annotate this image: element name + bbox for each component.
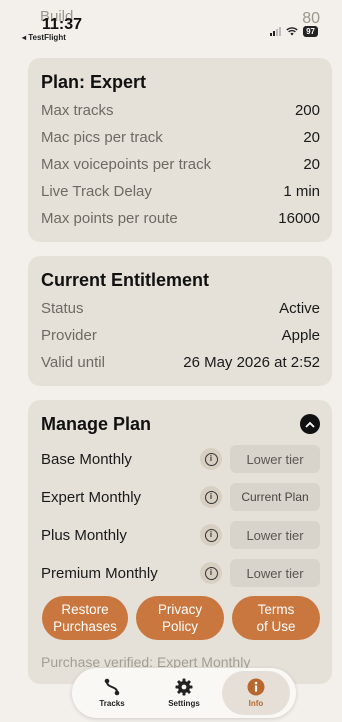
plan-info-button[interactable]: i xyxy=(200,486,222,508)
plan-row: Live Track Delay 1 min xyxy=(41,183,320,200)
row-value: 20 xyxy=(303,156,320,173)
button-label-line: of Use xyxy=(256,619,296,634)
plan-option-name: Premium Monthly xyxy=(41,564,158,582)
tab-bar: Tracks Settings Info xyxy=(72,668,296,718)
plan-option-name: Expert Monthly xyxy=(41,488,142,506)
info-icon: i xyxy=(204,528,218,542)
info-icon: i xyxy=(204,566,218,580)
current-plan-button[interactable]: Current Plan xyxy=(230,483,320,511)
terms-of-use-button[interactable]: Terms of Use xyxy=(232,596,320,640)
tab-info[interactable]: Info xyxy=(222,671,290,715)
battery-icon: 97 xyxy=(303,26,318,37)
row-label: Live Track Delay xyxy=(41,183,152,200)
plan-card: Plan: Expert Max tracks 200 Mac pics per… xyxy=(28,58,332,242)
entitlement-card: Current Entitlement Status Active Provid… xyxy=(28,256,332,386)
tab-label: Tracks xyxy=(99,699,125,708)
back-to-testflight-link[interactable]: ◂ TestFlight xyxy=(22,33,66,42)
button-label-line: Restore xyxy=(61,602,109,617)
plan-info-button[interactable]: i xyxy=(200,562,222,584)
tab-settings[interactable]: Settings xyxy=(150,671,218,715)
plan-row: Mac pics per track 20 xyxy=(41,129,320,146)
lower-tier-button[interactable]: Lower tier xyxy=(230,445,320,473)
info-icon: i xyxy=(204,490,218,504)
plan-option-expert: Expert Monthly i Current Plan xyxy=(41,483,320,511)
row-value: 16000 xyxy=(278,210,320,227)
manage-plan-title: Manage Plan xyxy=(41,414,152,434)
tab-tracks[interactable]: Tracks xyxy=(78,671,146,715)
row-value: Active xyxy=(279,300,320,317)
manage-plan-card: Manage Plan Base Monthly i Lower tier Ex… xyxy=(28,400,332,684)
info-icon xyxy=(247,678,265,696)
plan-option-name: Base Monthly xyxy=(41,450,132,468)
entitlement-row: Valid until 26 May 2026 at 2:52 xyxy=(41,354,320,371)
collapse-chevron-icon[interactable] xyxy=(300,414,320,434)
tab-label: Info xyxy=(248,699,264,708)
plan-row: Max voicepoints per track 20 xyxy=(41,156,320,173)
row-label: Mac pics per track xyxy=(41,129,163,146)
plan-option-plus: Plus Monthly i Lower tier xyxy=(41,521,320,549)
lower-tier-button[interactable]: Lower tier xyxy=(230,559,320,587)
button-label-line: Privacy xyxy=(157,602,203,617)
button-label-line: Purchases xyxy=(53,619,117,634)
plan-option-name: Plus Monthly xyxy=(41,526,127,544)
row-label: Status xyxy=(41,300,84,317)
row-label: Max tracks xyxy=(41,102,114,119)
row-label: Provider xyxy=(41,327,97,344)
restore-purchases-button[interactable]: Restore Purchases xyxy=(42,596,128,640)
privacy-policy-button[interactable]: Privacy Policy xyxy=(136,596,224,640)
row-value: 1 min xyxy=(283,183,320,200)
tab-label: Settings xyxy=(168,699,200,708)
row-label: Max voicepoints per track xyxy=(41,156,212,173)
info-icon: i xyxy=(204,452,218,466)
entitlement-title: Current Entitlement xyxy=(41,270,210,290)
row-value: 200 xyxy=(294,102,320,119)
row-label: Valid until xyxy=(41,354,105,371)
plan-option-base: Base Monthly i Lower tier xyxy=(41,445,320,473)
plan-option-premium: Premium Monthly i Lower tier xyxy=(41,559,320,587)
button-label-line: Terms xyxy=(257,602,295,617)
row-value: 26 May 2026 at 2:52 xyxy=(183,354,320,371)
entitlement-row: Provider Apple xyxy=(41,327,320,344)
row-label: Max points per route xyxy=(41,210,178,227)
gear-icon xyxy=(175,678,193,696)
cellular-signal-icon xyxy=(270,27,282,36)
wifi-icon xyxy=(286,27,298,36)
plan-info-button[interactable]: i xyxy=(200,448,222,470)
plan-row: Max tracks 200 xyxy=(41,102,320,119)
entitlement-row: Status Active xyxy=(41,300,320,317)
lower-tier-button[interactable]: Lower tier xyxy=(230,521,320,549)
status-bar: Build 80 11:37 ◂ TestFlight 97 xyxy=(0,0,342,44)
clock: 11:37 xyxy=(42,16,83,33)
plan-title: Plan: Expert xyxy=(41,72,147,92)
button-label-line: Policy xyxy=(161,619,198,634)
tracks-icon xyxy=(104,678,120,696)
system-indicators: 97 xyxy=(270,26,318,37)
plan-info-button[interactable]: i xyxy=(200,524,222,546)
row-value: Apple xyxy=(281,327,320,344)
row-value: 20 xyxy=(303,129,320,146)
plan-row: Max points per route 16000 xyxy=(41,210,320,227)
